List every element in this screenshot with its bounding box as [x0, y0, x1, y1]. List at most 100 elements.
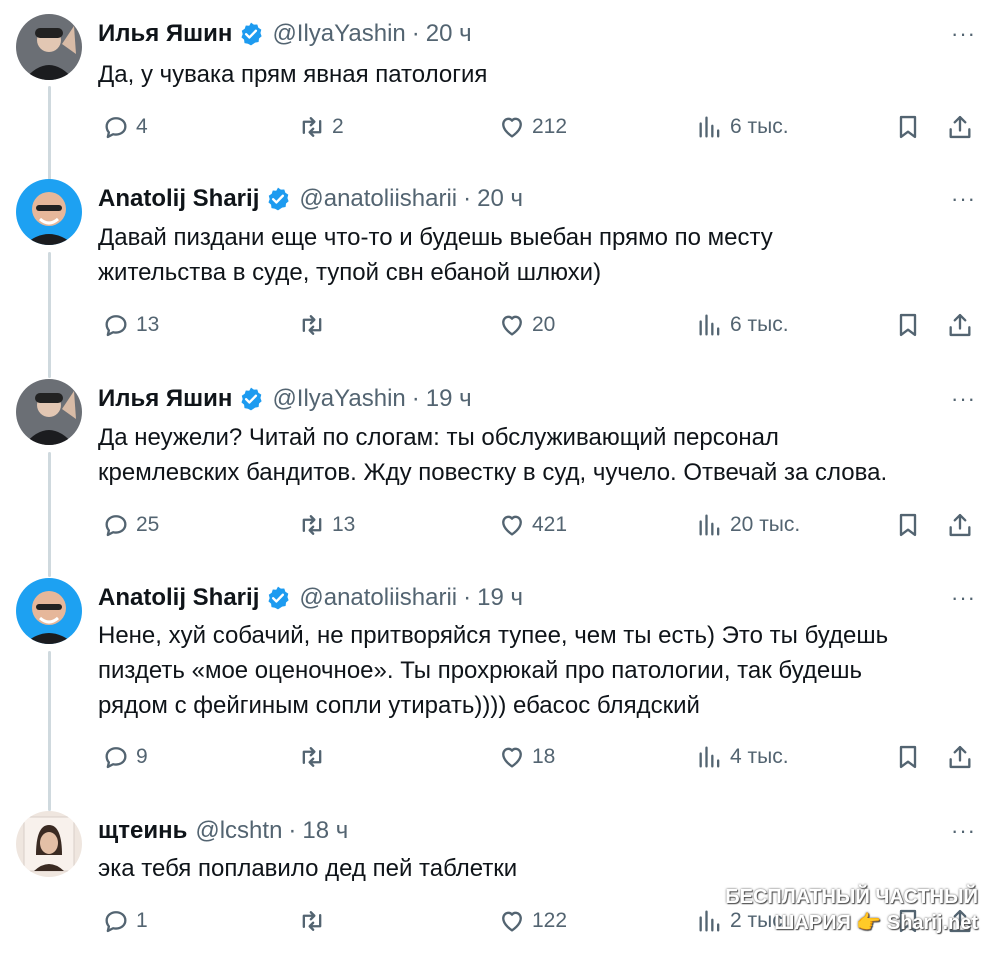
avatar[interactable]	[16, 379, 82, 445]
separator: ·	[463, 584, 472, 611]
author-name[interactable]: Anatolij Sharij	[98, 185, 259, 213]
thread-line	[48, 651, 51, 811]
more-options-icon[interactable]: ···	[951, 818, 976, 844]
reply-count: 1	[136, 909, 148, 932]
reply-count: 9	[136, 745, 148, 768]
tweet-text: Давай пиздани еще что-то и будешь выебан…	[98, 220, 978, 290]
avatar[interactable]	[16, 811, 82, 877]
views-chart-icon	[699, 514, 720, 536]
views-button[interactable]: 4 тыс.	[696, 740, 789, 774]
heart-icon	[502, 315, 522, 336]
bookmark-button[interactable]	[894, 308, 922, 342]
timestamp[interactable]: 20 ч	[426, 20, 472, 48]
thread-line	[48, 252, 51, 378]
tweet-actions: 4 2 212 6 тыс.	[98, 110, 978, 144]
more-options-icon[interactable]: ···	[951, 21, 976, 47]
bookmark-icon	[899, 313, 917, 337]
reply-count: 4	[136, 115, 148, 138]
retweet-button[interactable]	[298, 308, 332, 342]
author-name[interactable]: Илья Яшин	[98, 20, 232, 48]
like-count: 18	[532, 745, 556, 768]
heart-icon	[502, 747, 522, 768]
reply-icon	[105, 747, 127, 769]
more-options-icon[interactable]: ···	[951, 186, 976, 212]
reply-button[interactable]: 1	[102, 904, 148, 938]
reply-icon	[105, 315, 127, 337]
tweet-actions: 25 13 421 20 тыс.	[98, 508, 978, 542]
share-icon	[949, 115, 971, 139]
retweet-icon	[302, 747, 322, 767]
share-icon	[949, 313, 971, 337]
bookmark-button[interactable]	[894, 110, 922, 144]
views-chart-icon	[699, 746, 720, 768]
bookmark-icon	[899, 115, 917, 139]
timestamp[interactable]: 19 ч	[477, 584, 523, 612]
like-count: 20	[532, 313, 556, 336]
bookmark-button[interactable]	[894, 740, 922, 774]
author-handle[interactable]: @anatoliisharii	[299, 584, 457, 612]
retweet-icon	[302, 515, 322, 535]
views-button[interactable]: 20 тыс.	[696, 508, 800, 542]
watermark-line: БЕСПЛАТНЫЙ ЧАСТНЫЙ	[725, 886, 978, 908]
tweet-text-line: Давай пиздани еще что-то и будешь выебан…	[98, 224, 773, 251]
reply-icon	[105, 515, 127, 537]
bookmark-button[interactable]	[894, 508, 922, 542]
views-count: 6 тыс.	[730, 115, 789, 138]
bookmark-icon	[899, 513, 917, 537]
like-count: 421	[532, 513, 568, 536]
timestamp[interactable]: 19 ч	[426, 385, 472, 413]
avatar[interactable]	[16, 14, 82, 80]
reply-button[interactable]: 13	[102, 308, 159, 342]
share-button[interactable]	[946, 508, 974, 542]
views-button[interactable]: 6 тыс.	[696, 110, 789, 144]
retweet-button[interactable]: 2	[298, 110, 344, 144]
reply-button[interactable]: 4	[102, 110, 148, 144]
share-button[interactable]	[946, 110, 974, 144]
retweet-button[interactable]	[298, 904, 332, 938]
tweet-text: Да, у чувака прям явная патология	[98, 57, 978, 92]
views-chart-icon	[699, 910, 720, 932]
author-name[interactable]: Илья Яшин	[98, 385, 232, 413]
tweet-text-line: жительства в суде, тупой свн ебаной шлюх…	[98, 259, 602, 286]
retweet-button[interactable]: 13	[298, 508, 355, 542]
author-handle[interactable]: @lcshtn	[195, 817, 282, 845]
reply-button[interactable]: 9	[102, 740, 148, 774]
views-button[interactable]: 6 тыс.	[696, 308, 789, 342]
tweet-actions: 9 18 4 тыс.	[98, 740, 978, 774]
timestamp[interactable]: 18 ч	[302, 817, 348, 845]
avatar[interactable]	[16, 179, 82, 245]
tweet-actions: 13 20 6 тыс.	[98, 308, 978, 342]
author-handle[interactable]: @anatoliisharii	[299, 185, 457, 213]
author-handle[interactable]: @IlyaYashin	[272, 385, 405, 413]
share-button[interactable]	[946, 740, 974, 774]
more-options-icon[interactable]: ···	[951, 386, 976, 412]
author-handle[interactable]: @IlyaYashin	[272, 20, 405, 48]
like-button[interactable]: 20	[498, 308, 555, 342]
like-button[interactable]: 421	[498, 508, 567, 542]
like-button[interactable]: 122	[498, 904, 567, 938]
author-name[interactable]: щтеинь	[98, 817, 187, 845]
reply-button[interactable]: 25	[102, 508, 159, 542]
watermark-line: ШАРИЯ 👉 Sharij.net	[774, 912, 978, 934]
tweet-text-line: Нене, хуй собачий, не притворяйся тупее,…	[98, 622, 889, 649]
verified-badge-icon	[241, 387, 263, 411]
author-name[interactable]: Anatolij Sharij	[98, 584, 259, 612]
tweet-text-line: кремлевских бандитов. Жду повестку в суд…	[98, 459, 888, 486]
more-options-icon[interactable]: ···	[951, 585, 976, 611]
like-button[interactable]: 212	[498, 110, 567, 144]
verified-badge-icon	[268, 187, 289, 211]
share-icon	[949, 745, 971, 769]
avatar[interactable]	[16, 578, 82, 644]
verified-badge-icon	[241, 22, 263, 46]
like-button[interactable]: 18	[498, 740, 555, 774]
retweet-button[interactable]	[298, 740, 332, 774]
reply-icon	[105, 117, 127, 139]
timestamp[interactable]: 20 ч	[477, 185, 523, 213]
heart-icon	[502, 911, 522, 932]
like-count: 212	[532, 115, 568, 138]
tweet-text: эка тебя поплавило дед пей таблетки	[98, 851, 978, 886]
share-button[interactable]	[946, 308, 974, 342]
tweet-text-line: пиздеть «мое оценочное». Ты прохрюкай пр…	[98, 657, 862, 684]
retweet-icon	[302, 117, 322, 137]
like-count: 122	[532, 909, 568, 932]
